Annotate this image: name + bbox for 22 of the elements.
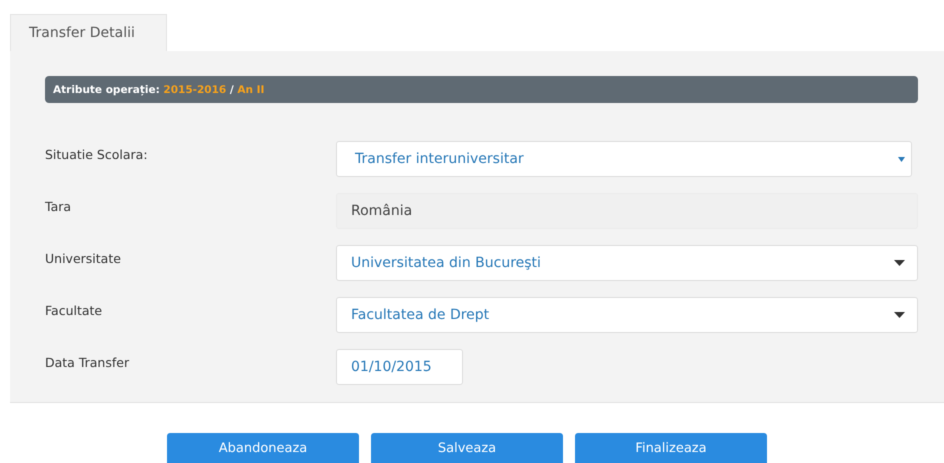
caret-icon (894, 260, 905, 266)
field-label: Tara (45, 198, 72, 214)
caret-icon (898, 156, 905, 162)
date-field[interactable]: 01/10/2015 (336, 349, 463, 385)
field-label: Data Transfer (45, 354, 130, 370)
caret-icon (894, 312, 905, 318)
field-label: Universitate (45, 250, 122, 266)
action-button[interactable]: Abandoneaza (167, 433, 359, 463)
action-button[interactable]: Salveaza (371, 433, 563, 463)
select-value: Facultatea de Drept (351, 307, 490, 323)
select-field[interactable]: Transfer interuniversitar (336, 141, 912, 177)
select-field[interactable]: Facultatea de Drept (336, 297, 918, 333)
select-value: Transfer interuniversitar (355, 151, 524, 167)
action-button[interactable]: Finalizeaza (575, 433, 767, 463)
tab[interactable]: Transfer Detalii (10, 14, 167, 51)
banner-text: Atribute operație: 2015-2016 / An II (53, 84, 264, 96)
select-value: Universitatea din Bucureşti (351, 255, 541, 271)
select-field[interactable]: Universitatea din Bucureşti (336, 245, 918, 281)
field-label: Facultate (45, 302, 104, 318)
date-value: 01/10/2015 (351, 359, 432, 375)
field-label: Situatie Scolara: (45, 146, 149, 162)
field-value: România (351, 203, 412, 219)
